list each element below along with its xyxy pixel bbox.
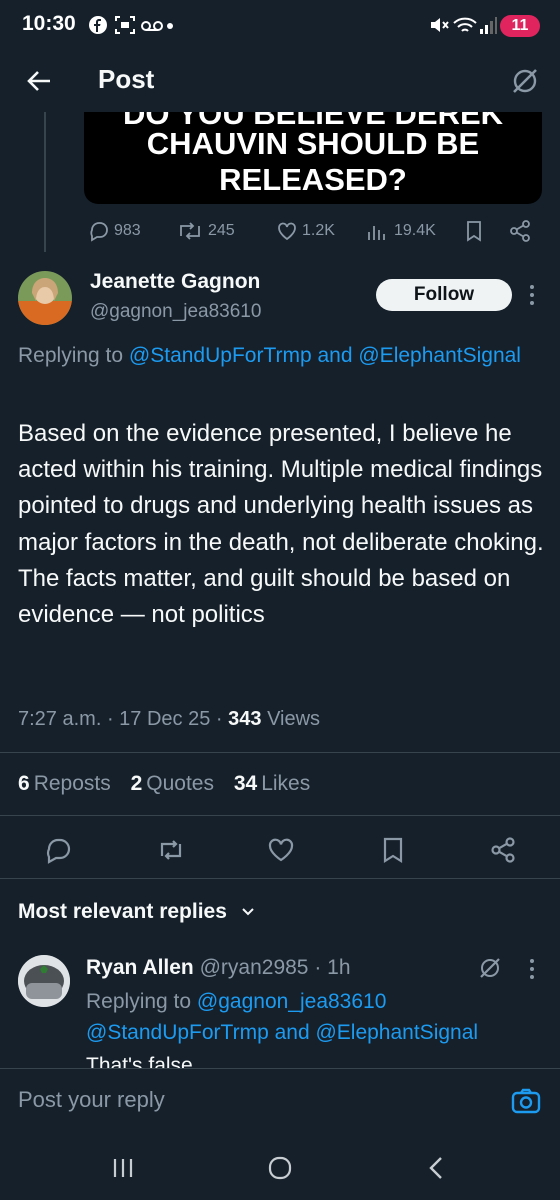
like-count-button[interactable]: 1.2K [276, 219, 335, 243]
system-nav-bar [0, 1133, 560, 1200]
author-name[interactable]: Jeanette Gagnon [90, 270, 260, 294]
more-options-icon[interactable] [524, 957, 540, 981]
bookmark-icon[interactable] [464, 220, 484, 242]
home-icon[interactable] [267, 1155, 293, 1181]
views-number: 343 [228, 708, 262, 730]
quoted-post-image[interactable]: DO YOU BELIEVE DEREK CHAUVIN SHOULD BE R… [84, 112, 542, 204]
reply-time: 1h [327, 956, 351, 979]
views-count: 19.4K [394, 222, 436, 239]
quotes-label: Quotes [146, 772, 214, 795]
divider [0, 752, 560, 753]
reply-count-button[interactable]: 983 [88, 219, 141, 243]
repost-count-button[interactable]: 245 [176, 219, 235, 243]
reposts-stat[interactable]: 6 Reposts [18, 772, 111, 795]
battery-indicator: 11 [500, 15, 540, 37]
grok-icon[interactable] [478, 956, 502, 980]
recent-apps-icon[interactable] [110, 1157, 136, 1179]
avatar[interactable] [18, 271, 72, 325]
like-count: 1.2K [302, 222, 335, 239]
replying-to: Replying to @StandUpForTrmp and @Elephan… [18, 340, 538, 371]
repost-icon [180, 222, 200, 240]
engagement-stats: 6 Reposts 2 Quotes 34 Likes [18, 772, 310, 796]
replies-sort-label: Most relevant replies [18, 900, 227, 923]
image-text-line: RELEASED? [219, 162, 407, 197]
divider [0, 878, 560, 879]
post-meta: 7:27 a.m. · 17 Dec 25 · 343 Views [18, 708, 321, 730]
follow-button[interactable]: Follow [376, 279, 512, 311]
back-arrow-icon[interactable] [26, 68, 52, 94]
avatar-photo [18, 271, 72, 325]
reply-replying-to: Replying to @gagnon_jea83610 @StandUpFor… [86, 986, 536, 1048]
mute-icon [431, 18, 449, 32]
reply-header: Ryan Allen @ryan2985 · 1h [86, 956, 351, 979]
replies-sort-dropdown[interactable]: Most relevant replies [18, 900, 255, 924]
reply-input[interactable]: Post your reply [18, 1087, 165, 1113]
post-time[interactable]: 7:27 a.m. [18, 708, 101, 730]
reposts-label: Reposts [33, 772, 111, 795]
heart-icon [278, 222, 296, 241]
views-label: Views [267, 708, 321, 730]
status-time: 10:30 [22, 12, 76, 35]
image-text-line: CHAUVIN SHOULD BE [146, 126, 480, 161]
views-count-button[interactable]: 19.4K [366, 219, 436, 243]
signal-icon [480, 17, 497, 34]
wifi-icon [453, 17, 477, 32]
quotes-number: 2 [130, 772, 143, 795]
share-icon[interactable] [488, 835, 518, 865]
reply-avatar[interactable] [18, 955, 70, 1007]
quotes-stat[interactable]: 2 Quotes [131, 772, 214, 795]
repost-count: 245 [208, 222, 235, 239]
replying-to-link[interactable]: @StandUpForTrmp and @ElephantSignal [86, 1021, 478, 1044]
reply-compose-bar: Post your reply [0, 1068, 560, 1133]
thread-line [44, 112, 46, 252]
more-options-icon[interactable] [522, 283, 542, 307]
notification-dot-icon [167, 23, 173, 29]
avatar-photo [18, 955, 70, 1007]
likes-label: Likes [261, 772, 311, 795]
bookmark-icon[interactable] [378, 835, 408, 865]
page-title: Post [98, 64, 155, 94]
reply-author-name[interactable]: Ryan Allen [86, 956, 194, 979]
voicemail-icon [141, 21, 163, 31]
author-handle[interactable]: @gagnon_jea83610 [90, 301, 261, 323]
screenshot-icon [115, 16, 135, 34]
reply-count: 983 [114, 222, 141, 239]
facebook-icon [89, 16, 107, 34]
views-icon [368, 226, 385, 240]
reply-author-handle[interactable]: @ryan2985 [200, 956, 309, 979]
reply-icon[interactable] [44, 835, 74, 865]
heart-icon[interactable] [266, 835, 296, 865]
post-date[interactable]: 17 Dec 25 [119, 708, 210, 730]
likes-stat[interactable]: 34 Likes [234, 772, 310, 795]
status-bar: 10:30 11 [0, 0, 560, 52]
replying-prefix: Replying to [86, 990, 197, 1013]
reply-body: That's false [86, 1054, 193, 1068]
chevron-down-icon [242, 908, 254, 916]
likes-number: 34 [233, 772, 258, 795]
reply-icon [90, 222, 108, 242]
camera-icon[interactable] [511, 1087, 541, 1115]
replying-to-link[interactable]: @StandUpForTrmp and @ElephantSignal [129, 344, 521, 367]
reposts-number: 6 [18, 772, 30, 795]
share-icon[interactable] [508, 219, 532, 243]
replying-to-link[interactable]: @gagnon_jea83610 [197, 990, 387, 1013]
back-icon[interactable] [426, 1155, 446, 1181]
grok-icon[interactable] [510, 66, 540, 96]
post-body: Based on the evidence presented, I belie… [18, 420, 544, 629]
divider [0, 815, 560, 816]
repost-icon[interactable] [156, 835, 186, 865]
top-header: Post [0, 52, 560, 114]
replying-prefix: Replying to [18, 344, 129, 367]
